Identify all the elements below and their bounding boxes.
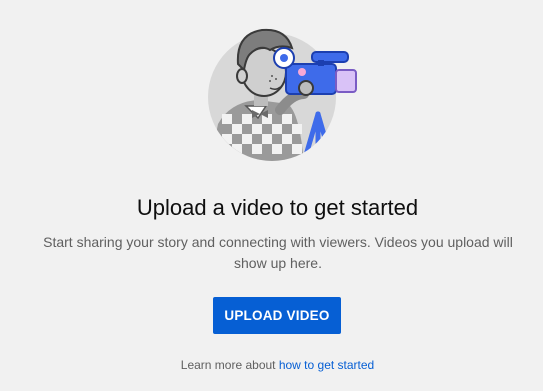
learn-more-text: Learn more about how to get started — [0, 357, 543, 373]
how-to-get-started-link[interactable]: how to get started — [279, 358, 374, 372]
videographer-illustration — [208, 28, 357, 161]
empty-state-subtitle: Start sharing your story and connecting … — [43, 234, 513, 271]
upload-video-button[interactable]: UPLOAD VIDEO — [213, 297, 341, 334]
learn-more-prefix: Learn more about — [180, 358, 279, 372]
empty-state: Upload a video to get started Start shar… — [0, 0, 543, 391]
empty-state-title: Upload a video to get started — [136, 195, 419, 220]
